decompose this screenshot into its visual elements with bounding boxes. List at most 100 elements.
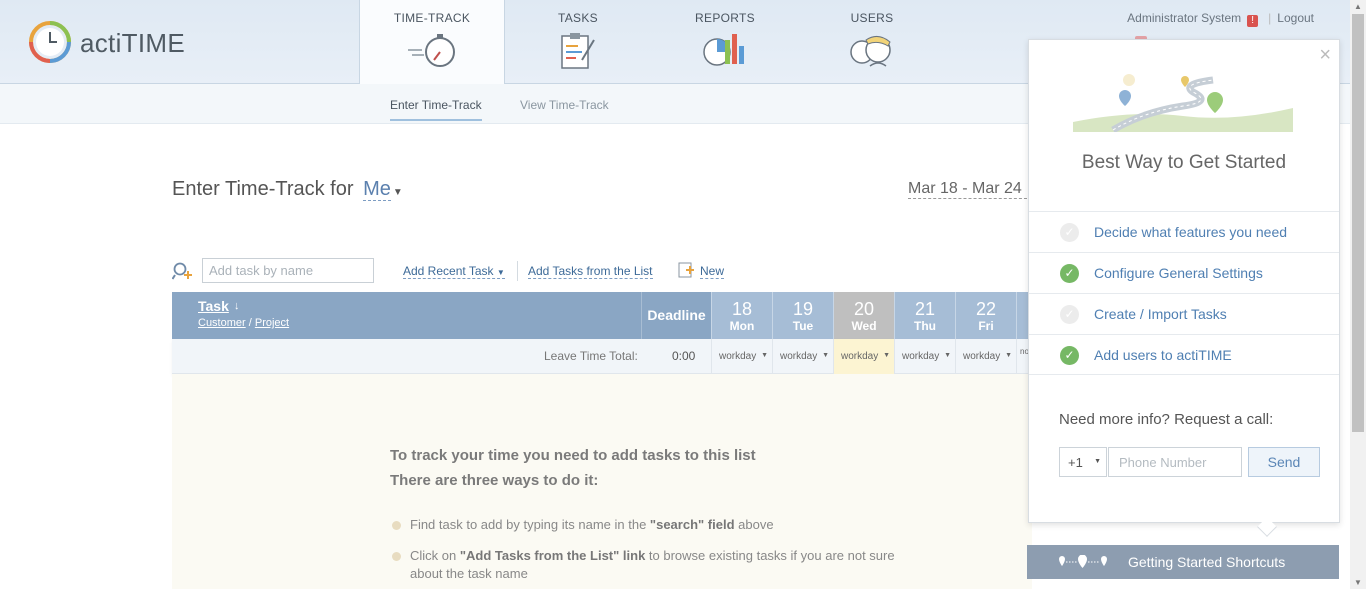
time-track-grid-header: Task ↓ Customer / Project Deadline 18 Mon…: [172, 292, 1032, 339]
project-sort-link[interactable]: Project: [255, 317, 289, 329]
add-tasks-from-list-link[interactable]: Add Tasks from the List: [528, 264, 653, 279]
day-weekday: Thu: [914, 319, 936, 333]
stopwatch-icon: [408, 34, 455, 67]
step-label[interactable]: Create / Import Tasks: [1094, 306, 1227, 322]
day-header-tue: 19 Tue: [772, 292, 833, 339]
empty-heading: To track your time you need to add tasks…: [390, 447, 756, 464]
customer-project-subheader: Customer / Project: [198, 317, 289, 329]
instruction-text: Click on: [410, 548, 460, 563]
day-header-wed: 20 Wed: [833, 292, 894, 339]
tab-label: USERS: [850, 11, 894, 25]
search-add-icon: [172, 262, 192, 280]
step-label[interactable]: Configure General Settings: [1094, 265, 1263, 281]
check-icon: ✓: [1060, 305, 1079, 324]
day-weekday: Tue: [792, 319, 814, 333]
day-type-select-thu[interactable]: workday ▼: [894, 339, 955, 374]
page-scrollbar[interactable]: ▲ ▼: [1350, 0, 1366, 589]
instruction-item: Click on "Add Tasks from the List" link …: [410, 547, 930, 583]
bullet-icon: [392, 521, 401, 530]
day-header-fri: 22 Fri: [955, 292, 1016, 339]
page-title-text: Enter Time-Track for: [172, 178, 354, 200]
tab-label: TIME-TRACK: [393, 11, 471, 25]
chevron-down-icon: ▼: [822, 352, 829, 359]
user-name[interactable]: Administrator System: [1127, 11, 1241, 25]
popup-title: Best Way to Get Started: [1081, 152, 1287, 173]
scroll-up-icon[interactable]: ▲: [1354, 2, 1362, 11]
day-number: 20: [853, 299, 875, 319]
tab-time-track[interactable]: TIME-TRACK: [359, 0, 505, 85]
page-title: Enter Time-Track for Me ▼: [172, 178, 403, 201]
day-number: 21: [914, 299, 936, 319]
logout-link[interactable]: Logout: [1277, 11, 1314, 25]
date-range-selector[interactable]: Mar 18 - Mar 24: [908, 180, 1032, 199]
users-icon: [850, 36, 891, 67]
app-name: actiTIME: [80, 28, 185, 58]
day-type-select-fri[interactable]: workday ▼: [955, 339, 1016, 374]
subheader-separator: /: [248, 317, 252, 329]
sort-down-icon[interactable]: ↓: [234, 300, 240, 312]
step-create-import-tasks[interactable]: ✓ Create / Import Tasks: [1029, 293, 1339, 334]
step-label[interactable]: Decide what features you need: [1094, 224, 1287, 240]
scrollbar-thumb[interactable]: [1352, 14, 1364, 432]
check-icon: ✓: [1060, 223, 1079, 242]
instruction-emphasis: "Add Tasks from the List" link: [459, 548, 646, 563]
leave-time-row: Leave Time Total: 0:00 workday ▼ workday ▼…: [172, 339, 1032, 374]
phone-number-input[interactable]: [1108, 447, 1242, 477]
check-icon: ✓: [1060, 346, 1079, 365]
day-weekday: Fri: [978, 319, 994, 333]
divider: [517, 261, 518, 281]
day-number: 18: [731, 299, 753, 319]
day-type-value: workday: [719, 351, 757, 362]
add-recent-task-link[interactable]: Add Recent Task ▼: [403, 264, 505, 279]
tab-reports[interactable]: REPORTS: [652, 0, 798, 84]
add-recent-task-label: Add Recent Task: [403, 264, 494, 278]
day-type-select-wed[interactable]: workday ▼: [833, 339, 894, 374]
scroll-down-icon[interactable]: ▼: [1354, 578, 1362, 587]
day-type-value: workday: [841, 351, 879, 362]
reports-chart-icon: [703, 34, 744, 66]
task-column-header[interactable]: Task: [198, 298, 229, 314]
chevron-down-icon: ▼: [1094, 458, 1101, 465]
instruction-emphasis: "search" field: [649, 517, 735, 532]
close-icon[interactable]: ×: [1319, 44, 1331, 67]
tab-label: REPORTS: [695, 11, 755, 25]
step-add-users[interactable]: ✓ Add users to actiTIME: [1029, 334, 1339, 375]
getting-started-shortcuts-button[interactable]: Getting Started Shortcuts: [1027, 545, 1339, 579]
day-weekday: Wed: [851, 319, 877, 333]
instruction-text: above: [734, 517, 774, 532]
actitime-logo-icon: [29, 21, 71, 63]
tab-tasks[interactable]: TASKS: [505, 0, 651, 84]
day-type-value: workday: [963, 351, 1001, 362]
leave-time-total: 0:00: [672, 349, 696, 363]
new-task-link[interactable]: New: [700, 264, 725, 279]
send-button[interactable]: Send: [1248, 447, 1320, 477]
chevron-down-icon: ▼: [1005, 352, 1012, 359]
route-pins-icon: [1059, 555, 1107, 568]
step-configure-settings[interactable]: ✓ Configure General Settings: [1029, 252, 1339, 293]
leave-time-label: Leave Time Total:: [544, 349, 638, 363]
user-selector[interactable]: Me: [363, 178, 391, 201]
tab-users[interactable]: USERS: [799, 0, 945, 84]
chevron-down-icon: ▼: [496, 268, 505, 277]
step-label[interactable]: Add users to actiTIME: [1094, 347, 1232, 363]
getting-started-popup: × Best Way to Get Started ✓ Decide what f…: [1028, 39, 1340, 523]
customer-sort-link[interactable]: Customer: [198, 317, 246, 329]
day-type-select-mon[interactable]: workday ▼: [711, 339, 772, 374]
chevron-down-icon[interactable]: ▼: [393, 187, 403, 198]
new-task-icon[interactable]: [678, 262, 696, 283]
day-weekday: Mon: [729, 319, 755, 333]
bullet-icon: [392, 552, 401, 561]
empty-task-list: To track your time you need to add tasks…: [172, 374, 1032, 589]
country-code-select[interactable]: +1 ▼: [1059, 447, 1107, 477]
add-task-search-input[interactable]: [202, 258, 374, 283]
step-decide-features[interactable]: ✓ Decide what features you need: [1029, 211, 1339, 252]
instruction-item: Find task to add by typing its name in t…: [410, 516, 930, 534]
country-code-value: +1: [1068, 455, 1083, 470]
check-icon: ✓: [1060, 264, 1079, 283]
warning-icon[interactable]: !: [1247, 15, 1259, 27]
clipboard-icon: [561, 33, 595, 69]
subnav-view-time-track[interactable]: View Time-Track: [520, 98, 609, 112]
day-type-select-tue[interactable]: workday ▼: [772, 339, 833, 374]
subnav-enter-time-track[interactable]: Enter Time-Track: [390, 98, 482, 121]
day-type-value: workday: [902, 351, 940, 362]
